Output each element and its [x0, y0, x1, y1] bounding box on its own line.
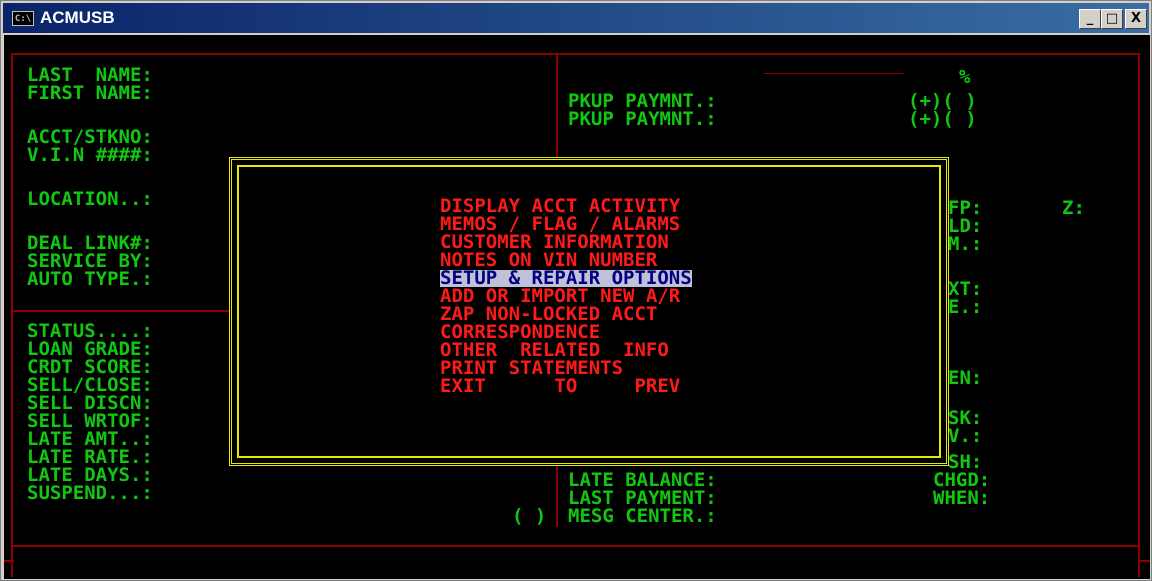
close-button[interactable]: X — [1125, 9, 1147, 29]
frame-top-line — [11, 53, 1140, 55]
console-app-icon[interactable]: C:\ — [12, 11, 34, 26]
frame-corner-left — [4, 560, 14, 562]
label-v: V.: — [948, 425, 983, 447]
label-m: M.: — [948, 233, 983, 255]
label-z: Z: — [1062, 197, 1085, 219]
suspend-toggle[interactable]: ( ) — [512, 507, 546, 526]
label-vin: V.I.N ####: — [27, 144, 153, 166]
percent-field-dash — [764, 73, 904, 74]
label-auto-type: AUTO TYPE.: — [27, 268, 153, 290]
pkup-payment-2-toggle[interactable]: (+)( ) — [908, 110, 977, 129]
title-bar[interactable]: C:\ ACMUSB _ □ X — [3, 3, 1149, 33]
window-title: ACMUSB — [40, 8, 115, 27]
label-mesg-center: MESG CENTER.: — [568, 505, 717, 527]
label-location: LOCATION..: — [27, 188, 153, 210]
frame-corner-right — [1138, 560, 1150, 562]
options-menu: DISPLAY ACCT ACTIVITY MEMOS / FLAG / ALA… — [229, 157, 949, 466]
label-e: E.: — [948, 296, 983, 318]
label-en: EN: — [948, 367, 983, 389]
frame-left-line — [11, 53, 13, 577]
console-window: C:\ ACMUSB _ □ X LAST NAME: FIRST NAME: … — [0, 0, 1152, 581]
maximize-button[interactable]: □ — [1101, 9, 1123, 29]
frame-bottom-line — [11, 545, 1140, 547]
percent-label: % — [959, 66, 971, 88]
label-suspend: SUSPEND...: — [27, 482, 153, 504]
label-pkup-payment-2: PKUP PAYMNT.: — [568, 108, 717, 130]
console-screen[interactable]: LAST NAME: FIRST NAME: ACCT/STKNO: V.I.N… — [4, 35, 1150, 579]
menu-item-exit-to-prev[interactable]: EXIT TO PREV — [440, 377, 680, 396]
minimize-button[interactable]: _ — [1079, 9, 1101, 29]
frame-right-line — [1138, 53, 1140, 577]
frame-left-section-line — [11, 310, 236, 312]
label-first-name: FIRST NAME: — [27, 82, 153, 104]
label-when: WHEN: — [933, 487, 991, 509]
